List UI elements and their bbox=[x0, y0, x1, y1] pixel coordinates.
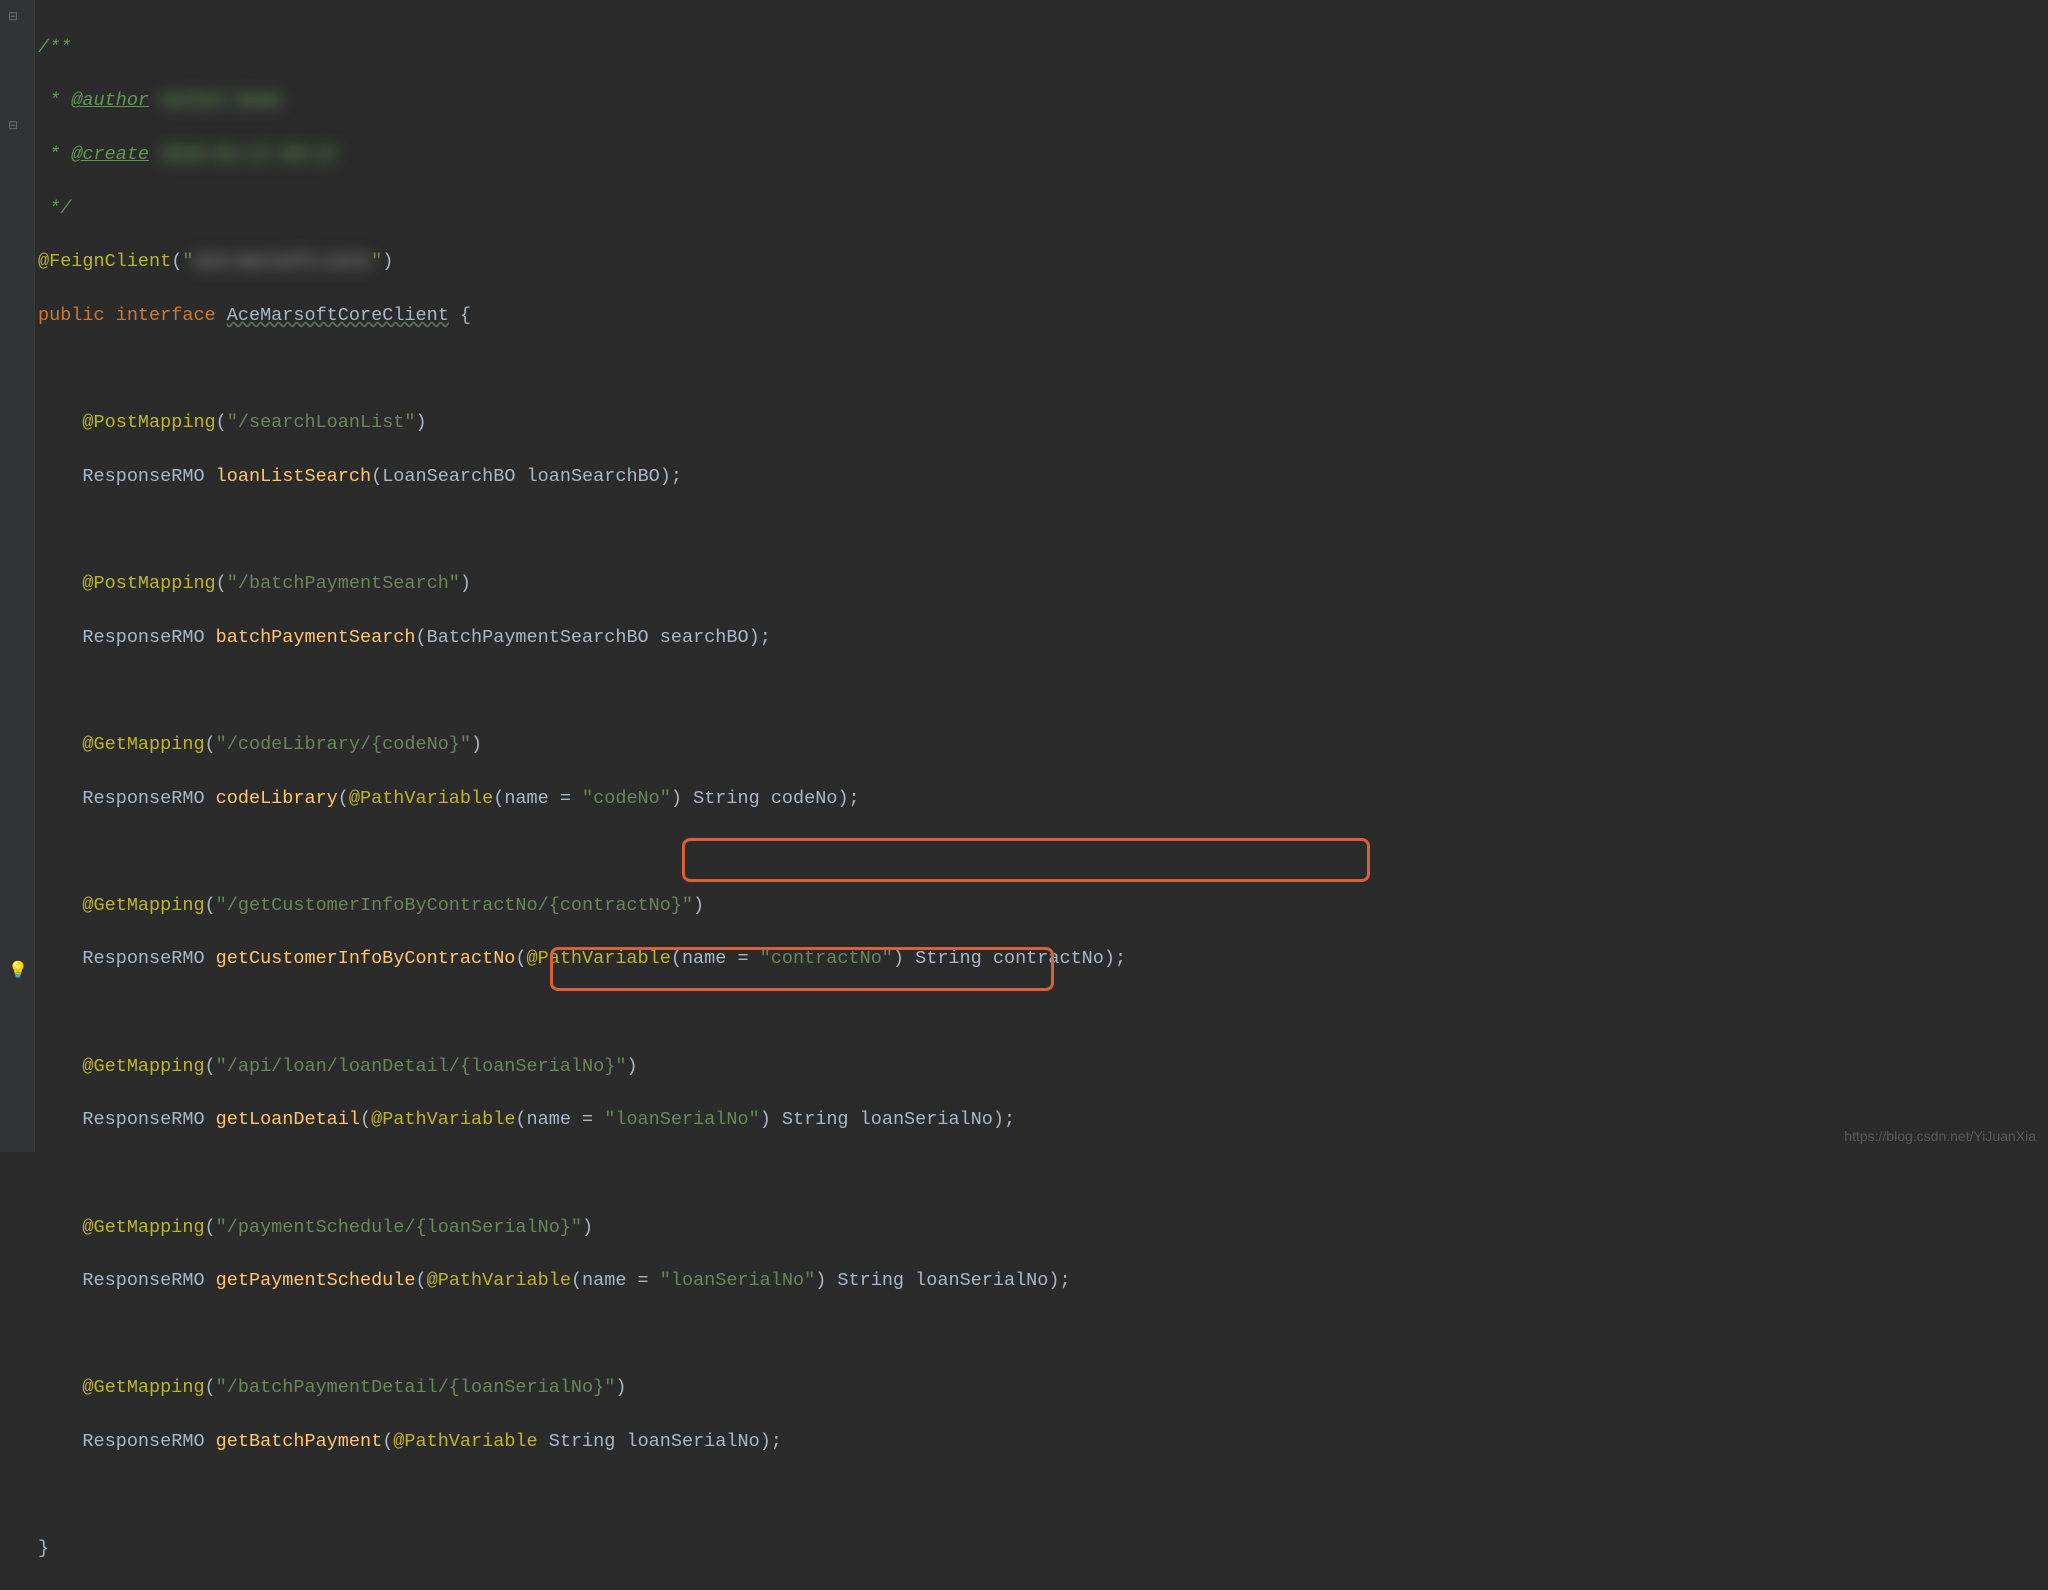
param-name: contractNo bbox=[993, 948, 1104, 969]
string-quote: " bbox=[371, 251, 382, 272]
mapping-path: "/api/loan/loanDetail/{loanSerialNo}" bbox=[216, 1056, 627, 1077]
brace-close: } bbox=[38, 1538, 49, 1559]
string-quote: " bbox=[182, 251, 193, 272]
pv-value: "codeNo" bbox=[582, 788, 671, 809]
get-mapping-annotation: @GetMapping bbox=[82, 895, 204, 916]
param-name: searchBO bbox=[660, 627, 749, 648]
param-type: BatchPaymentSearchBO bbox=[427, 627, 649, 648]
return-type: ResponseRMO bbox=[82, 1431, 204, 1452]
mapping-path: "/codeLibrary/{codeNo}" bbox=[216, 734, 471, 755]
get-mapping-annotation: @GetMapping bbox=[82, 734, 204, 755]
param-type: LoanSearchBO bbox=[382, 466, 515, 487]
return-type: ResponseRMO bbox=[82, 948, 204, 969]
mapping-path: "/searchLoanList" bbox=[227, 412, 416, 433]
param-name: loanSearchBO bbox=[527, 466, 660, 487]
method-name: getPaymentSchedule bbox=[216, 1270, 416, 1291]
keyword-public: public bbox=[38, 305, 105, 326]
path-variable-annotation: @PathVariable bbox=[427, 1270, 571, 1291]
paren: ) bbox=[382, 251, 393, 272]
blurred-date-text: 2018-01-17 09:17 bbox=[160, 144, 338, 165]
path-variable-annotation: @PathVariable bbox=[371, 1109, 515, 1130]
keyword-interface: interface bbox=[116, 305, 216, 326]
get-mapping-annotation: @GetMapping bbox=[82, 1217, 204, 1238]
pv-attr: name = bbox=[682, 948, 760, 969]
pv-value: "loanSerialNo" bbox=[660, 1270, 815, 1291]
method-name: batchPaymentSearch bbox=[216, 627, 416, 648]
method-name: getLoanDetail bbox=[216, 1109, 360, 1130]
mapping-path: "/batchPaymentDetail/{loanSerialNo}" bbox=[216, 1377, 616, 1398]
javadoc-create-tag: @create bbox=[71, 144, 149, 165]
param-name: codeNo bbox=[771, 788, 838, 809]
param-name: loanSerialNo bbox=[915, 1270, 1048, 1291]
param-name: loanSerialNo bbox=[860, 1109, 993, 1130]
mapping-path: "/getCustomerInfoByContractNo/{contractN… bbox=[216, 895, 693, 916]
feign-client-annotation: @FeignClient bbox=[38, 251, 171, 272]
javadoc-star: * bbox=[38, 144, 71, 165]
param-type: String bbox=[837, 1270, 904, 1291]
method-name: codeLibrary bbox=[216, 788, 338, 809]
return-type: ResponseRMO bbox=[82, 1270, 204, 1291]
return-type: ResponseRMO bbox=[82, 788, 204, 809]
post-mapping-annotation: @PostMapping bbox=[82, 412, 215, 433]
pv-attr: name = bbox=[582, 1270, 660, 1291]
param-type: String bbox=[915, 948, 982, 969]
pv-value: "loanSerialNo" bbox=[604, 1109, 759, 1130]
javadoc-close: */ bbox=[38, 198, 71, 219]
fold-minus-icon[interactable]: ⊟ bbox=[8, 118, 24, 134]
param-type: String bbox=[693, 788, 760, 809]
editor-gutter: ⊟ ⊟ 💡 bbox=[0, 0, 35, 1152]
post-mapping-annotation: @PostMapping bbox=[82, 573, 215, 594]
return-type: ResponseRMO bbox=[82, 1109, 204, 1130]
get-mapping-annotation: @GetMapping bbox=[82, 1056, 204, 1077]
mapping-path: "/batchPaymentSearch" bbox=[227, 573, 460, 594]
blurred-author-text: Author Name bbox=[160, 90, 282, 111]
javadoc-star: * bbox=[38, 90, 71, 111]
method-name: getCustomerInfoByContractNo bbox=[216, 948, 516, 969]
param-type: String bbox=[549, 1431, 616, 1452]
method-name: getBatchPayment bbox=[216, 1431, 383, 1452]
path-variable-annotation: @PathVariable bbox=[349, 788, 493, 809]
intention-bulb-icon[interactable]: 💡 bbox=[8, 960, 24, 976]
pv-attr: name = bbox=[527, 1109, 605, 1130]
blurred-feign-value: ace-marsoft-core bbox=[193, 251, 371, 272]
param-type: String bbox=[782, 1109, 849, 1130]
code-editor-content[interactable]: /** * @author Author Name * @create 2018… bbox=[38, 8, 1126, 1590]
pv-attr: name = bbox=[504, 788, 582, 809]
paren: ( bbox=[171, 251, 182, 272]
javadoc-open: /** bbox=[38, 37, 71, 58]
fold-minus-icon[interactable]: ⊟ bbox=[8, 9, 24, 25]
path-variable-annotation: @PathVariable bbox=[527, 948, 671, 969]
javadoc-author-tag: @author bbox=[71, 90, 149, 111]
param-name: loanSerialNo bbox=[626, 1431, 759, 1452]
brace: { bbox=[449, 305, 471, 326]
pv-value: "contractNo" bbox=[760, 948, 893, 969]
return-type: ResponseRMO bbox=[82, 627, 204, 648]
get-mapping-annotation: @GetMapping bbox=[82, 1377, 204, 1398]
return-type: ResponseRMO bbox=[82, 466, 204, 487]
method-name: loanListSearch bbox=[216, 466, 371, 487]
path-variable-annotation: @PathVariable bbox=[393, 1431, 537, 1452]
mapping-path: "/paymentSchedule/{loanSerialNo}" bbox=[216, 1217, 582, 1238]
watermark-text: https://blog.csdn.net/YiJuanXia bbox=[1844, 1126, 2036, 1146]
interface-name: AceMarsoftCoreClient bbox=[227, 305, 449, 326]
